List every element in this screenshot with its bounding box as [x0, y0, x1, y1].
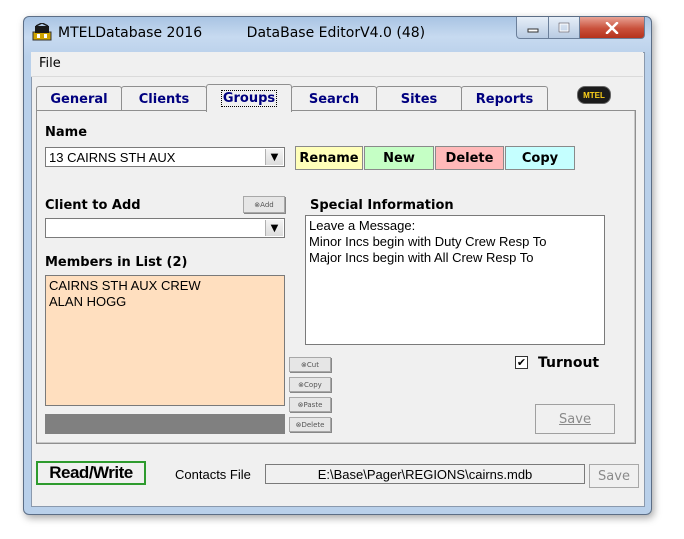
maximize-button[interactable] — [548, 17, 580, 39]
special-information-label: Special Information — [310, 198, 454, 213]
new-button[interactable]: New — [364, 146, 434, 170]
special-info-line: Leave a Message: — [309, 218, 416, 233]
list-item[interactable]: CAIRNS STH AUX CREW — [49, 278, 281, 294]
special-information-textarea[interactable]: Leave a Message: Minor Incs begin with D… — [305, 215, 605, 345]
save-group-button[interactable]: Save — [535, 404, 615, 434]
special-info-line: Minor Incs begin with Duty Crew Resp To — [309, 234, 547, 249]
group-name-combobox[interactable]: 13 CAIRNS STH AUX ▼ — [45, 147, 285, 167]
client-to-add-combobox[interactable]: ▼ — [45, 218, 285, 238]
members-label: Members in List (2) — [45, 255, 188, 270]
dropdown-arrow-icon[interactable]: ▼ — [265, 149, 283, 165]
close-icon — [605, 21, 619, 34]
minimize-button[interactable] — [516, 17, 549, 39]
members-status-bar — [45, 414, 285, 434]
tab-search[interactable]: Search — [291, 86, 377, 111]
list-item[interactable]: ALAN HOGG — [49, 294, 281, 310]
checkmark-icon: ✔ — [516, 356, 527, 369]
read-write-indicator: Read/Write — [36, 461, 146, 485]
copy-text-button[interactable]: ⊗ Copy — [289, 377, 331, 392]
menu-bar — [31, 52, 643, 77]
cut-button[interactable]: ⊗ Cut — [289, 357, 331, 372]
menu-file[interactable]: File — [39, 56, 61, 71]
contacts-file-path: E:\Base\Pager\REGIONS\cairns.mdb — [265, 464, 585, 484]
members-list[interactable]: CAIRNS STH AUX CREW ALAN HOGG — [45, 275, 285, 406]
tab-general[interactable]: General — [36, 86, 122, 111]
delete-button[interactable]: Delete — [435, 146, 504, 170]
rename-button[interactable]: Rename — [295, 146, 363, 170]
copy-button[interactable]: Copy — [505, 146, 575, 170]
minimize-icon — [527, 28, 538, 32]
maximize-icon — [558, 22, 570, 33]
window-title: MTELDatabase 2016 DataBase EditorV4.0 (4… — [58, 25, 426, 41]
tab-groups[interactable]: Groups — [206, 84, 292, 112]
tab-sites[interactable]: Sites — [376, 86, 462, 111]
save-contacts-button[interactable]: Save — [589, 464, 639, 488]
special-info-line: Major Incs begin with All Crew Resp To — [309, 250, 534, 265]
client-to-add-label: Client to Add — [45, 198, 141, 213]
dropdown-arrow-icon[interactable]: ▼ — [265, 220, 283, 236]
turnout-checkbox[interactable]: ✔ — [515, 356, 528, 369]
mtel-logo: MTEL — [577, 86, 611, 104]
contacts-file-label: Contacts File — [175, 467, 251, 482]
name-label: Name — [45, 125, 88, 140]
add-button[interactable]: ⊗ Add — [243, 196, 285, 213]
paste-button[interactable]: ⊗ Paste — [289, 397, 331, 412]
close-button[interactable] — [579, 17, 645, 39]
turnout-label: Turnout — [538, 355, 600, 371]
tab-clients[interactable]: Clients — [121, 86, 207, 111]
app-icon[interactable] — [32, 22, 52, 41]
group-name-value: 13 CAIRNS STH AUX — [49, 150, 176, 165]
tab-reports[interactable]: Reports — [461, 86, 548, 111]
delete-text-button[interactable]: ⊗ Delete — [289, 417, 331, 432]
